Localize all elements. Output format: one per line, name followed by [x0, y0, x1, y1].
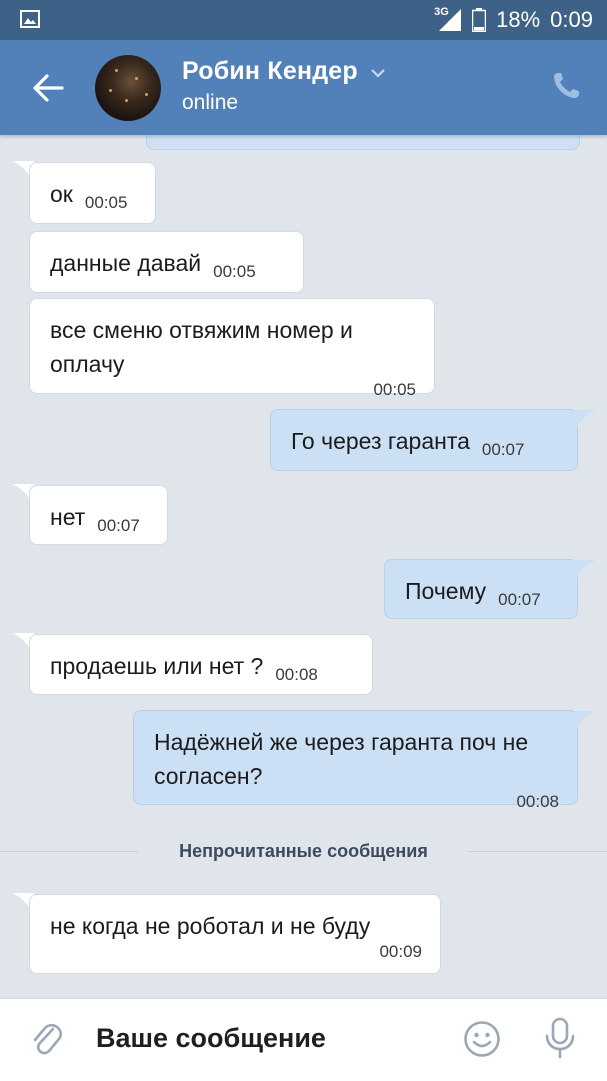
- status-bar: 3G 18% 0:09: [0, 0, 607, 40]
- bubble-tail: [574, 711, 596, 733]
- message-bubble-outgoing[interactable]: Надёжней же через гаранта поч не согласе…: [133, 710, 578, 811]
- message-bubble-incoming[interactable]: ок 00:05: [29, 162, 156, 224]
- avatar[interactable]: [95, 55, 161, 121]
- message-composer: Ваше сообщение: [0, 998, 607, 1081]
- clock: 0:09: [550, 7, 593, 32]
- message-text: все сменю отвяжим номер и оплачу: [50, 317, 353, 377]
- message-text: Почему: [405, 578, 487, 604]
- message-input[interactable]: Ваше сообщение: [96, 1023, 326, 1054]
- message-list[interactable]: ок 00:05 данные давай 00:05 все сменю отвя…: [0, 135, 607, 998]
- message-bubble-incoming[interactable]: данные давай 00:05: [29, 231, 304, 293]
- message-text: ок: [50, 181, 73, 207]
- phone-icon[interactable]: [550, 70, 582, 102]
- message-text: не когда не роботал и не буду: [50, 913, 371, 939]
- gallery-icon: [20, 10, 40, 28]
- microphone-icon[interactable]: [544, 1017, 576, 1059]
- chevron-down-icon[interactable]: [370, 67, 386, 79]
- message-time: 00:05: [84, 193, 128, 212]
- message-time: 00:05: [373, 380, 416, 399]
- emoji-icon[interactable]: [463, 1020, 501, 1058]
- message-bubble-outgoing[interactable]: Почему 00:07: [384, 559, 578, 619]
- presence-status: online: [182, 91, 239, 114]
- message-time: 00:05: [213, 262, 256, 281]
- message-bubble-incoming[interactable]: все сменю отвяжим номер и оплачу 00:05: [29, 298, 435, 399]
- back-arrow-icon[interactable]: [30, 70, 66, 106]
- message-time: 00:07: [498, 590, 541, 609]
- unread-divider-label: Непрочитанные сообщения: [179, 841, 428, 861]
- battery-icon: [472, 8, 487, 32]
- message-text: продаешь или нет ?: [50, 653, 264, 679]
- message-bubble-incoming[interactable]: продаешь или нет ? 00:08: [29, 634, 373, 695]
- bubble-tail: [574, 410, 596, 432]
- message-bubble-outgoing[interactable]: Го через гаранта 00:07: [270, 409, 578, 471]
- unread-divider: Непрочитанные сообщения: [0, 841, 607, 861]
- paperclip-icon[interactable]: [30, 1019, 64, 1059]
- signal-icon: 3G: [434, 6, 462, 32]
- contact-name[interactable]: Робин Кендер: [182, 57, 358, 86]
- network-type: 3G: [434, 6, 449, 18]
- message-text: данные давай: [50, 250, 202, 276]
- message-time: 00:08: [516, 792, 559, 811]
- message-text: нет: [50, 504, 86, 530]
- message-time: 00:08: [275, 665, 318, 684]
- previous-message-edge: [146, 135, 580, 150]
- message-time: 00:07: [97, 516, 140, 535]
- message-bubble-incoming[interactable]: не когда не роботал и не буду 00:09: [29, 894, 441, 974]
- chat-header: Робин Кендер online: [0, 40, 607, 135]
- message-bubble-incoming[interactable]: нет 00:07: [29, 485, 168, 545]
- message-time: 00:09: [379, 942, 422, 961]
- message-text: Го через гаранта: [291, 428, 470, 454]
- bubble-tail: [574, 560, 596, 582]
- message-text: Надёжней же через гаранта поч не согласе…: [154, 729, 529, 789]
- message-time: 00:07: [481, 440, 525, 459]
- battery-percent: 18%: [496, 7, 541, 32]
